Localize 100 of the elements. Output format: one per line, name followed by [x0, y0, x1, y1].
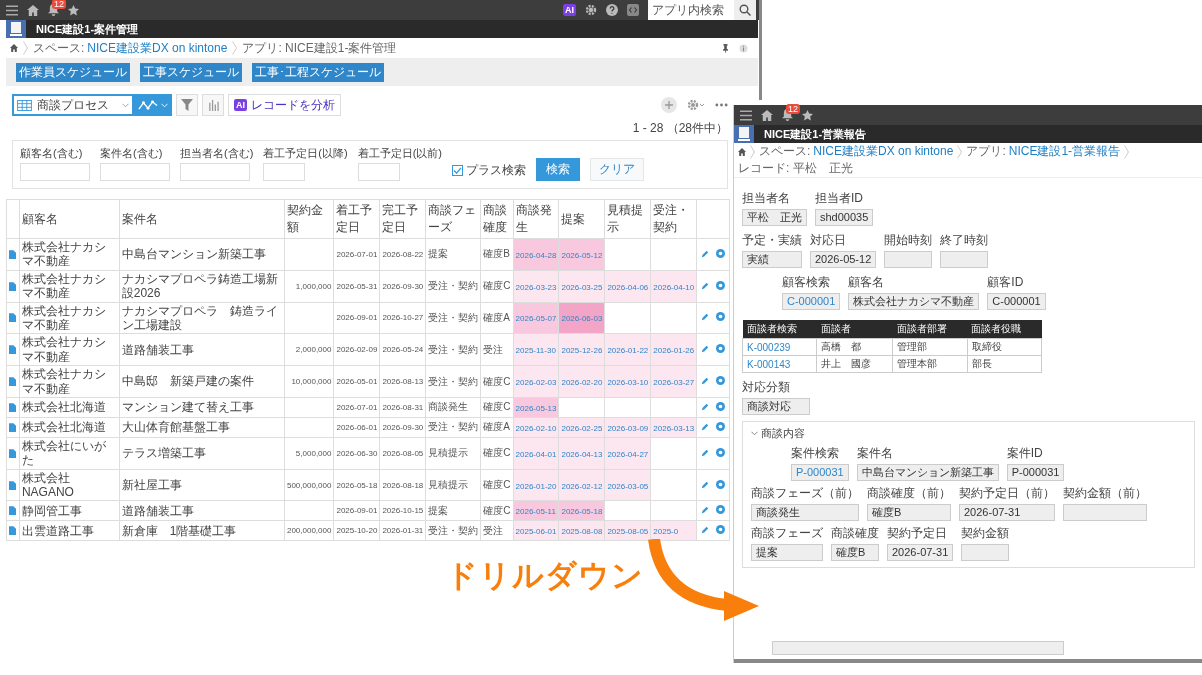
- ai-badge[interactable]: AI: [563, 4, 576, 16]
- table-cell: テラス増築工事: [119, 437, 285, 470]
- table-cell: 新倉庫 1階基礎工事: [119, 520, 285, 541]
- search-input[interactable]: [100, 163, 170, 181]
- pencil-icon[interactable]: [701, 281, 710, 290]
- breadcrumb-link[interactable]: NICE建設業DX on kintone: [813, 143, 954, 160]
- star-icon[interactable]: [68, 4, 79, 16]
- breadcrumb-link[interactable]: NICE建設1-営業報告: [1008, 143, 1121, 160]
- more-icon[interactable]: [715, 103, 728, 107]
- table-cell: 500,000,000: [284, 469, 334, 501]
- field-label: 担当者名(含む): [180, 146, 254, 161]
- search-field[interactable]: アプリ内検索: [648, 0, 734, 20]
- date-text: 2026-05-12: [561, 250, 603, 260]
- document-icon[interactable]: [9, 249, 16, 259]
- schedule-link-button[interactable]: 作業員スケジュール: [16, 63, 130, 82]
- home-icon[interactable]: [10, 44, 18, 52]
- field-value: 株式会社ナカシマ不動産: [848, 293, 980, 310]
- table-cell: 株式会社ナカシマ不動産: [19, 333, 120, 366]
- settings-icon[interactable]: [687, 99, 705, 111]
- pencil-icon[interactable]: [701, 526, 710, 535]
- analyze-records-button[interactable]: AI レコードを分析: [228, 94, 341, 116]
- table-cell: 2026-07-01: [333, 397, 380, 418]
- text-field[interactable]: [772, 641, 1064, 655]
- info-icon[interactable]: [739, 43, 748, 53]
- pencil-icon[interactable]: [701, 249, 710, 258]
- menu-icon[interactable]: [6, 4, 18, 16]
- document-icon[interactable]: [9, 480, 16, 490]
- field-value: [884, 251, 933, 268]
- schedule-link-button[interactable]: 工事スケジュール: [140, 63, 242, 82]
- search-input[interactable]: [180, 163, 250, 181]
- search-button[interactable]: 検索: [536, 158, 580, 181]
- search-input[interactable]: [357, 163, 400, 181]
- date-text: 2026-05-07: [515, 314, 557, 324]
- search-input[interactable]: [263, 163, 306, 181]
- pencil-icon[interactable]: [701, 377, 710, 385]
- field-label: 対応分類: [742, 379, 791, 396]
- group-title[interactable]: 商談内容: [761, 426, 805, 441]
- pencil-icon[interactable]: [701, 422, 710, 431]
- scrollbar[interactable]: [759, 0, 762, 100]
- lookup-field[interactable]: P-000031: [791, 464, 849, 481]
- date-text: 2026-04-27: [607, 449, 649, 459]
- pencil-icon[interactable]: [701, 313, 710, 322]
- table-cell: 2026-05-31: [333, 270, 380, 303]
- home-icon[interactable]: [27, 4, 39, 16]
- clear-button[interactable]: クリア: [590, 158, 644, 181]
- search-icon: [739, 4, 751, 16]
- table-cell: 確度A: [480, 302, 514, 334]
- filter-button[interactable]: [176, 94, 198, 116]
- field-label: 案件ID: [1006, 445, 1044, 462]
- table-cell: 確度C: [480, 365, 514, 398]
- pencil-icon[interactable]: [701, 402, 710, 411]
- table-cell: 確度C: [480, 500, 514, 521]
- pencil-icon[interactable]: [701, 345, 710, 354]
- table-cell: 株式会社ナカシマ不動産: [19, 302, 120, 334]
- date-text: 2026-02-03: [515, 378, 557, 387]
- document-icon[interactable]: [9, 448, 16, 458]
- checkbox[interactable]: [452, 165, 463, 176]
- view-select[interactable]: 商談プロセス: [12, 94, 134, 116]
- code-icon[interactable]: [627, 4, 639, 16]
- schedule-link-button[interactable]: 工事･工程スケジュール: [252, 63, 384, 82]
- add-icon[interactable]: [661, 97, 677, 113]
- breadcrumb-current: レコード: 平松 正光: [738, 160, 853, 177]
- document-icon[interactable]: [9, 281, 16, 291]
- field-label: 商談フェーズ: [751, 525, 823, 542]
- chevron-separator-icon: [23, 41, 28, 55]
- column-header: 面談者: [816, 320, 893, 339]
- scrollbar[interactable]: [734, 659, 1202, 663]
- table-cell: 株式会社ナカシマ不動産: [19, 270, 120, 303]
- pencil-icon[interactable]: [701, 480, 710, 489]
- column-header: 商談フェーズ: [425, 199, 481, 239]
- field-value: 2026-07-31: [959, 504, 1055, 521]
- table-cell: 株式会社ナカシマ不動産: [19, 365, 120, 398]
- table-cell: 2026-08-13: [379, 365, 426, 398]
- document-icon[interactable]: [9, 345, 16, 355]
- table-cell: 2026-08-22: [379, 238, 426, 271]
- date-text: 2026-04-13: [561, 449, 603, 459]
- chart-button[interactable]: [202, 94, 224, 116]
- settings-icon[interactable]: [585, 4, 597, 16]
- breadcrumb-link[interactable]: NICE建設業DX on kintone: [87, 39, 228, 57]
- pin-icon[interactable]: [723, 43, 728, 53]
- document-icon[interactable]: [9, 313, 16, 323]
- table-cell: 見積提示: [425, 469, 481, 501]
- table-cell: 商談発生: [425, 397, 481, 418]
- table-cell: 中島邸 新築戸建の案件: [119, 365, 285, 398]
- chevron-icon[interactable]: [751, 431, 758, 436]
- document-icon[interactable]: [9, 377, 16, 386]
- lookup-field[interactable]: C-000001: [782, 293, 841, 310]
- search-button[interactable]: [734, 0, 756, 20]
- menu-icon[interactable]: [740, 109, 752, 121]
- home-icon[interactable]: [761, 109, 773, 121]
- search-input[interactable]: [20, 163, 90, 181]
- help-icon[interactable]: [606, 4, 618, 16]
- table-cell: 2026-08-18: [379, 469, 426, 501]
- home-icon[interactable]: [738, 147, 746, 156]
- date-text: 2025-08-05: [607, 527, 649, 537]
- star-icon[interactable]: [802, 109, 813, 121]
- graph-select[interactable]: [134, 94, 172, 116]
- field-label: 契約予定日（前）: [959, 485, 1055, 502]
- pencil-icon[interactable]: [701, 448, 710, 457]
- pencil-icon[interactable]: [701, 506, 710, 515]
